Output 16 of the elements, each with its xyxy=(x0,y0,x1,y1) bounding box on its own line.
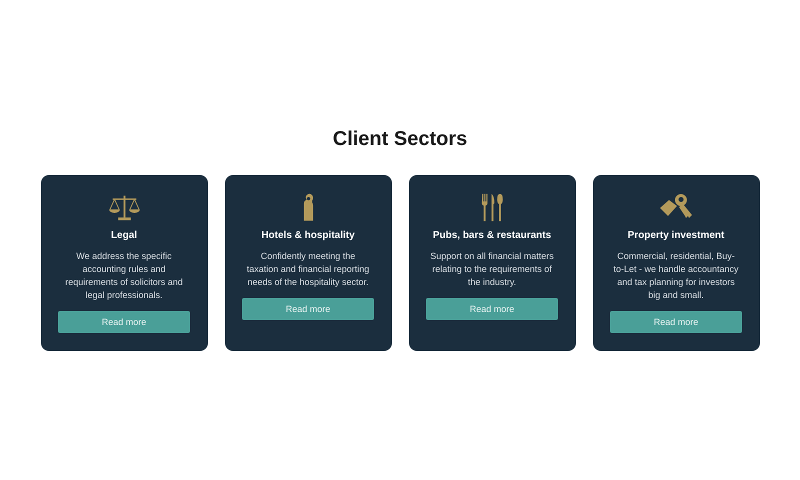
card-description: Support on all financial matters relating to the requirements of the industry. xyxy=(429,250,555,289)
cutlery-icon xyxy=(480,193,504,222)
card-description: Confidently meeting the taxation and financial reporting needs of the hospitality sector. xyxy=(246,250,370,289)
read-more-button[interactable]: Read more xyxy=(242,298,374,320)
card-title: Property investment xyxy=(628,230,724,241)
card-title: Hotels & hospitality xyxy=(261,230,355,241)
card-description: Commercial, residential, Buy-to-Let - we handle accountancy and tax planning for investors big and small. xyxy=(613,250,739,302)
read-more-button[interactable]: Read more xyxy=(610,311,742,333)
card-title: Legal xyxy=(110,230,138,241)
card-title: Pubs, bars & restaurants xyxy=(432,230,552,241)
scales-icon xyxy=(108,193,140,222)
door-hanger-icon xyxy=(302,193,314,222)
read-more-button[interactable]: Read more xyxy=(426,298,558,320)
section-heading: Client Sectors xyxy=(332,128,468,151)
read-more-button[interactable]: Read more xyxy=(58,311,190,333)
card-description: We address the specific accounting rules and requirements of solicitors and legal professionals. xyxy=(64,250,184,302)
